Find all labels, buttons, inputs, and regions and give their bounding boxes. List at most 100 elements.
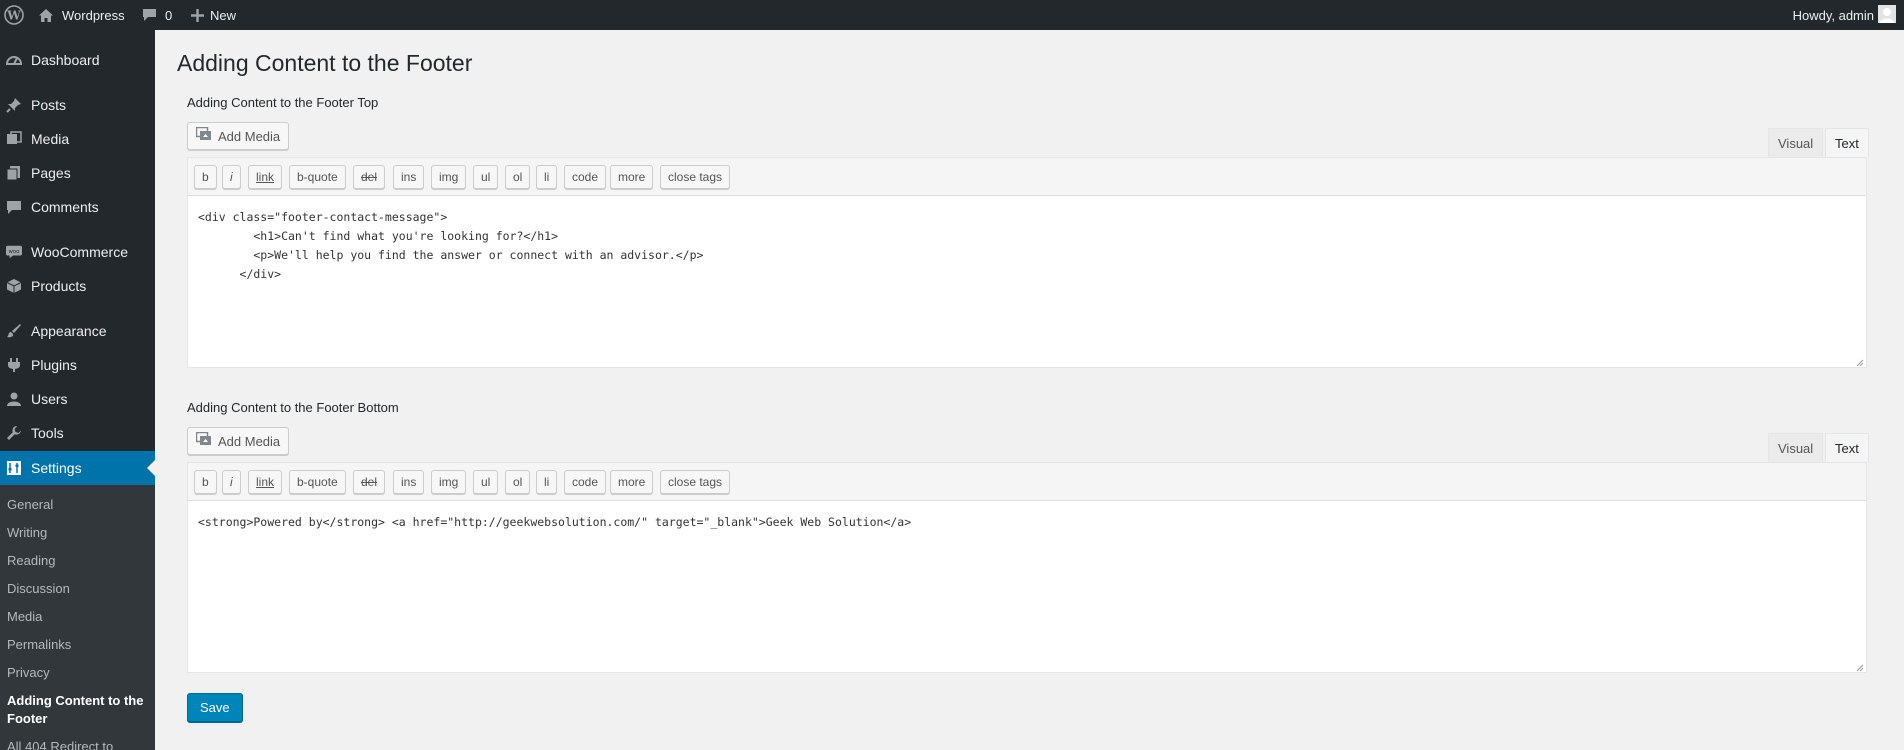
- qt-li-button[interactable]: li: [536, 470, 558, 494]
- wrench-icon: [6, 425, 22, 441]
- qt-code-button[interactable]: code: [564, 470, 607, 494]
- save-button[interactable]: Save: [187, 693, 243, 722]
- submenu-item-privacy[interactable]: Privacy: [7, 664, 152, 682]
- sidebar-item-label: WooCommerce: [31, 244, 128, 260]
- footer-bottom-textarea[interactable]: <strong>Powered by</strong> <a href="htt…: [188, 501, 1866, 673]
- sidebar-item-label: Tools: [31, 425, 64, 441]
- submenu-item-media[interactable]: Media: [7, 608, 152, 626]
- qt-italic-button[interactable]: i: [222, 165, 241, 189]
- qt-img-button[interactable]: img: [431, 470, 467, 494]
- qt-ol-button[interactable]: ol: [505, 470, 531, 494]
- sidebar-item-label: Posts: [31, 97, 67, 113]
- sidebar-item-pages[interactable]: Pages: [0, 156, 155, 190]
- add-media-icon: [195, 431, 212, 450]
- tab-text[interactable]: Text: [1825, 128, 1869, 158]
- resize-grip-icon[interactable]: [1854, 355, 1864, 367]
- submenu-item-reading[interactable]: Reading: [7, 552, 152, 570]
- qt-bquote-button[interactable]: b-quote: [289, 470, 346, 494]
- sidebar-item-label: Comments: [31, 199, 99, 215]
- add-media-icon: [195, 126, 212, 145]
- sidebar-item-products[interactable]: Products: [0, 269, 155, 303]
- footer-bottom-label: Adding Content to the Footer Bottom: [187, 400, 399, 415]
- qt-more-button[interactable]: more: [610, 470, 654, 494]
- sidebar-item-label: Appearance: [31, 323, 107, 339]
- woocommerce-icon: woo: [6, 244, 22, 260]
- submenu-item-404-redirect[interactable]: All 404 Redirect to: [7, 738, 152, 750]
- resize-grip-icon[interactable]: [1854, 660, 1864, 672]
- qt-code-button[interactable]: code: [564, 165, 607, 189]
- qt-ins-button[interactable]: ins: [393, 165, 425, 189]
- qt-more-button[interactable]: more: [610, 165, 654, 189]
- submenu-item-general[interactable]: General: [7, 496, 152, 514]
- submenu-item-discussion[interactable]: Discussion: [7, 580, 152, 598]
- qt-li-button[interactable]: li: [536, 165, 558, 189]
- sidebar-item-posts[interactable]: Posts: [0, 88, 155, 122]
- sidebar-item-media[interactable]: Media: [0, 122, 155, 156]
- site-name-link[interactable]: Wordpress: [38, 0, 125, 30]
- qt-ul-button[interactable]: ul: [473, 470, 499, 494]
- footer-top-editor: b i link b-quote del ins img ul ol li co…: [187, 157, 1867, 368]
- wordpress-logo-icon[interactable]: W: [2, 0, 26, 30]
- comments-link[interactable]: 0: [142, 0, 172, 30]
- qt-ol-button[interactable]: ol: [505, 165, 531, 189]
- qt-close-tags-button[interactable]: close tags: [660, 470, 731, 494]
- qt-close-tags-button[interactable]: close tags: [660, 165, 731, 189]
- home-icon: [38, 8, 54, 23]
- pages-icon: [6, 165, 22, 181]
- qt-link-button[interactable]: link: [248, 165, 283, 189]
- avatar[interactable]: [1878, 5, 1896, 23]
- add-media-label: Add Media: [218, 128, 281, 144]
- qt-link-button[interactable]: link: [248, 470, 283, 494]
- qt-del-button[interactable]: del: [353, 165, 386, 189]
- plugin-icon: [6, 357, 22, 373]
- footer-top-textarea[interactable]: <div class="footer-contact-message"> <h1…: [188, 196, 1866, 368]
- sidebar-item-comments[interactable]: Comments: [0, 190, 155, 224]
- submenu-item-permalinks[interactable]: Permalinks: [7, 636, 152, 654]
- comment-icon: [6, 199, 22, 215]
- quicktags-toolbar: b i link b-quote del ins img ul ol li co…: [188, 158, 1866, 196]
- tab-visual[interactable]: Visual: [1768, 433, 1824, 463]
- qt-ins-button[interactable]: ins: [393, 470, 425, 494]
- footer-top-label: Adding Content to the Footer Top: [187, 95, 379, 110]
- qt-italic-button[interactable]: i: [222, 470, 241, 494]
- svg-text:W: W: [6, 9, 21, 23]
- svg-text:woo: woo: [9, 249, 20, 255]
- new-label: New: [210, 7, 237, 23]
- sidebar-item-appearance[interactable]: Appearance: [0, 314, 155, 348]
- qt-bold-button[interactable]: b: [194, 470, 217, 494]
- page-scrollbar[interactable]: [1898, 30, 1904, 750]
- add-media-label: Add Media: [218, 433, 281, 449]
- sidebar-item-label: Settings: [31, 460, 82, 476]
- sidebar-item-settings[interactable]: Settings: [0, 451, 155, 485]
- current-menu-arrow: [147, 460, 155, 476]
- sidebar-item-tools[interactable]: Tools: [0, 416, 155, 450]
- sidebar-item-users[interactable]: Users: [0, 382, 155, 416]
- sidebar-item-label: Dashboard: [31, 52, 100, 68]
- sidebar-item-label: Users: [31, 391, 68, 407]
- admin-sidebar: Dashboard Posts Media Pages Comments woo…: [0, 30, 155, 750]
- plus-icon: [191, 8, 204, 22]
- site-name: Wordpress: [62, 7, 125, 23]
- howdy-text: Howdy, admin: [1792, 7, 1874, 23]
- new-content-link[interactable]: New: [191, 0, 236, 30]
- account-menu[interactable]: Howdy, admin: [1793, 0, 1874, 30]
- add-media-button[interactable]: Add Media: [187, 122, 290, 150]
- sidebar-item-dashboard[interactable]: Dashboard: [0, 43, 155, 77]
- qt-bquote-button[interactable]: b-quote: [289, 165, 346, 189]
- quicktags-toolbar: b i link b-quote del ins img ul ol li co…: [188, 463, 1866, 501]
- qt-ul-button[interactable]: ul: [473, 165, 499, 189]
- sidebar-item-label: Pages: [31, 165, 71, 181]
- tab-visual[interactable]: Visual: [1768, 128, 1824, 158]
- qt-bold-button[interactable]: b: [194, 165, 217, 189]
- pin-icon: [6, 97, 22, 113]
- sidebar-item-plugins[interactable]: Plugins: [0, 348, 155, 382]
- qt-del-button[interactable]: del: [353, 470, 386, 494]
- qt-img-button[interactable]: img: [431, 165, 467, 189]
- submenu-item-footer-content[interactable]: Adding Content to the Footer: [7, 692, 152, 728]
- tab-text[interactable]: Text: [1825, 433, 1869, 463]
- submenu-item-writing[interactable]: Writing: [7, 524, 152, 542]
- sidebar-item-woocommerce[interactable]: woo WooCommerce: [0, 235, 155, 269]
- admin-bar: W Wordpress 0 New Howdy, admin: [0, 0, 1904, 30]
- add-media-button[interactable]: Add Media: [187, 427, 290, 455]
- sidebar-item-label: Plugins: [31, 357, 77, 373]
